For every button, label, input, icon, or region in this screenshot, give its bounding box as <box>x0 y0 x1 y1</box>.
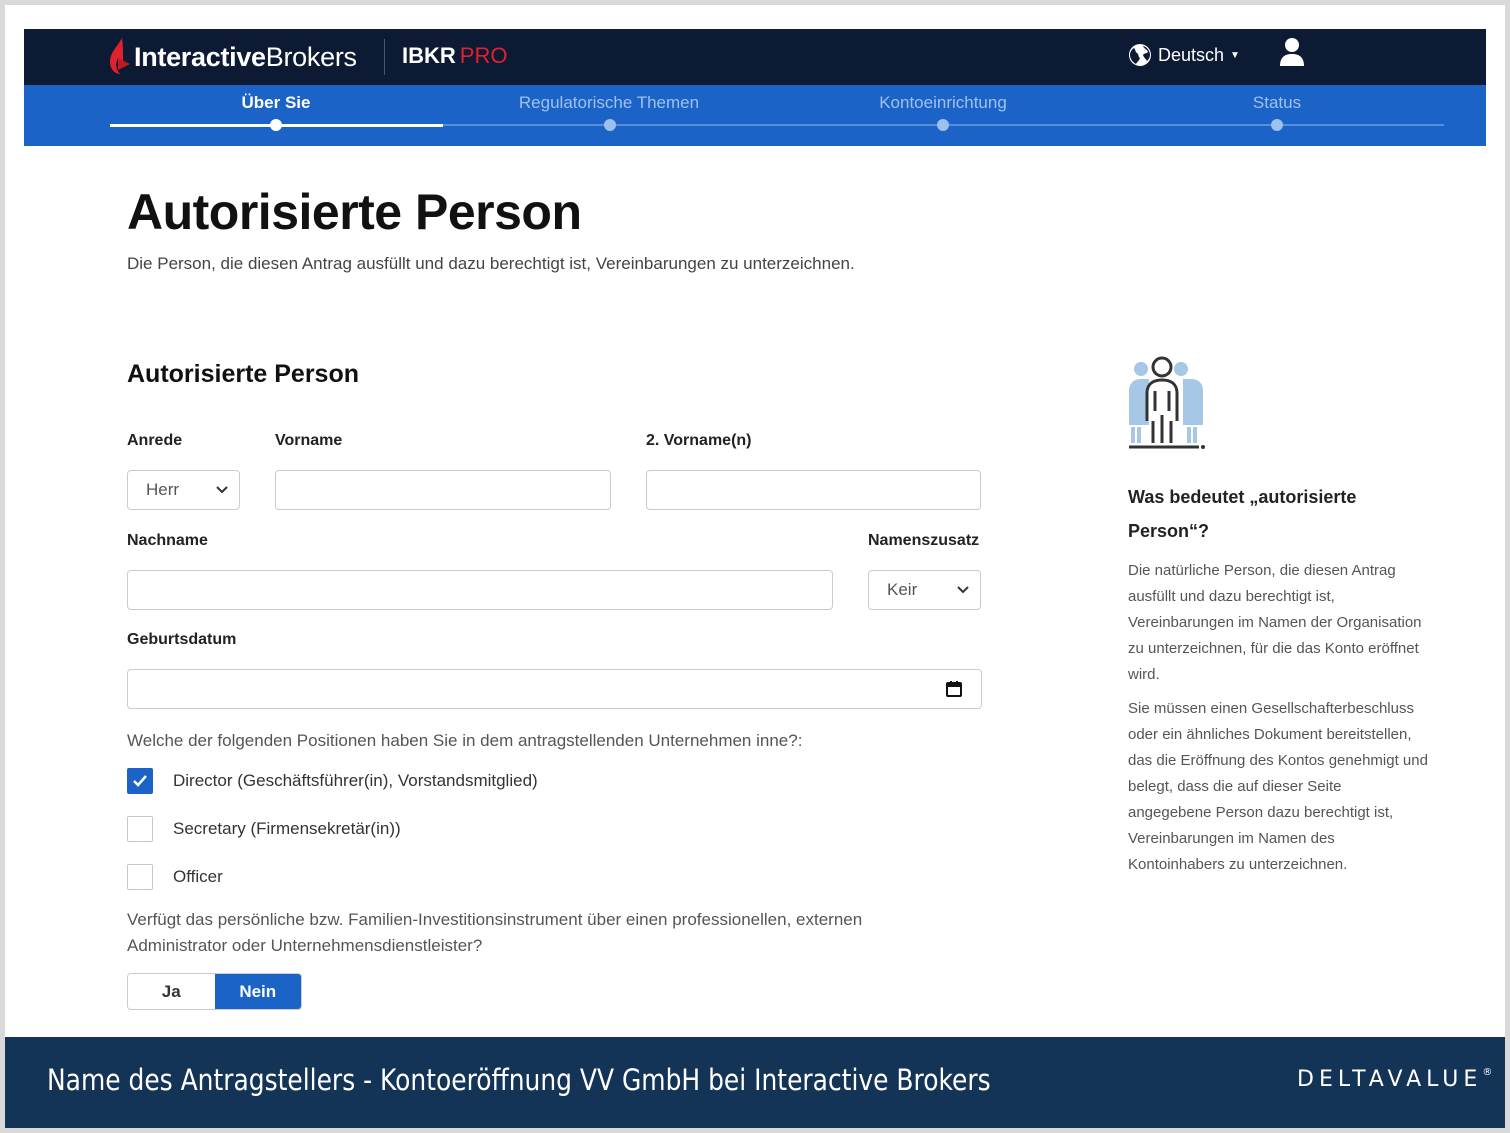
globe-icon <box>1129 44 1151 66</box>
step-regulatorische-themen[interactable]: Regulatorische Themen <box>459 93 759 113</box>
checkmark-icon <box>133 775 147 787</box>
caption-banner: Name des Antragstellers - Kontoeröffnung… <box>5 1037 1505 1128</box>
birthdate-label: Geburtsdatum <box>127 631 237 648</box>
officer-label: Officer <box>173 867 223 886</box>
step-ueber-sie[interactable]: Über Sie <box>126 93 426 113</box>
chevron-down-icon <box>957 586 969 594</box>
first-name-input[interactable] <box>275 470 611 510</box>
step-status[interactable]: Status <box>1127 93 1427 113</box>
officer-checkbox[interactable] <box>127 864 153 890</box>
toggle-nein-button[interactable]: Nein <box>214 974 301 1009</box>
step-dot-4 <box>1271 119 1283 131</box>
step-dot-1 <box>270 119 282 131</box>
middle-name-label: 2. Vorname(n) <box>646 432 752 449</box>
suffix-label: Namenszusatz <box>868 532 980 549</box>
director-checkbox[interactable] <box>127 768 153 794</box>
secretary-checkbox[interactable] <box>127 816 153 842</box>
suffix-select[interactable]: Keir <box>868 570 981 610</box>
logo-divider <box>384 39 385 75</box>
last-name-input[interactable] <box>127 570 833 610</box>
salutation-label: Anrede <box>127 432 183 449</box>
deltavalue-logo: DELTAVALUE® <box>1297 1067 1493 1092</box>
step-dot-2 <box>604 119 616 131</box>
sidebar-title: Was bedeutet „autorisierte Person“? <box>1128 487 1357 541</box>
banner-title: Name des Antragstellers - Kontoeröffnung… <box>47 1063 991 1097</box>
sidebar-paragraph-2: Sie müssen einen Gesellschafterbeschluss… <box>1128 700 1428 873</box>
admin-question: Verfügt das persönliche bzw. Familien-In… <box>127 910 863 955</box>
last-name-label: Nachname <box>127 532 208 549</box>
birthdate-input[interactable] <box>127 669 982 709</box>
toggle-ja-button[interactable]: Ja <box>128 974 215 1009</box>
sidebar-paragraph-1: Die natürliche Person, die diesen Antrag… <box>1128 562 1422 683</box>
position-director-option[interactable]: Director (Geschäftsführer(in), Vorstands… <box>127 767 538 795</box>
page-title: Autorisierte Person <box>127 184 582 240</box>
step-kontoeinrichtung[interactable]: Kontoeinrichtung <box>793 93 1093 113</box>
user-icon[interactable] <box>1279 37 1305 67</box>
middle-name-input[interactable] <box>646 470 981 510</box>
ib-logo[interactable]: InteractiveBrokers <box>108 37 357 77</box>
admin-toggle: Ja Nein <box>127 973 302 1010</box>
position-secretary-option[interactable]: Secretary (Firmensekretär(in)) <box>127 815 401 843</box>
first-name-label: Vorname <box>275 432 343 449</box>
section-title: Autorisierte Person <box>127 360 360 388</box>
calendar-icon[interactable] <box>945 680 963 698</box>
director-label: Director (Geschäftsführer(in), Vorstands… <box>173 771 538 790</box>
logo-text: InteractiveBrokers <box>134 41 357 72</box>
salutation-select[interactable]: Herr <box>127 470 240 510</box>
salutation-value: Herr <box>146 480 180 499</box>
step-dot-3 <box>937 119 949 131</box>
language-label: Deutsch <box>1158 44 1225 65</box>
positions-question: Welche der folgenden Positionen haben Si… <box>127 731 803 750</box>
chevron-down-icon <box>216 486 228 494</box>
ib-flame-icon <box>110 38 130 74</box>
language-selector[interactable]: Deutsch ▼ <box>1128 41 1240 69</box>
caret-down-icon: ▼ <box>1230 49 1240 61</box>
top-navbar: InteractiveBrokers IBKR PRO Deutsch ▼ <box>24 29 1486 85</box>
authorized-person-icon <box>1129 356 1205 449</box>
suffix-value: Keir <box>887 580 918 599</box>
position-officer-option[interactable]: Officer <box>127 863 223 891</box>
product-name: IBKR PRO <box>402 43 508 68</box>
secretary-label: Secretary (Firmensekretär(in)) <box>173 819 401 838</box>
progress-stepper: Über Sie Regulatorische Themen Kontoeinr… <box>24 85 1486 146</box>
page-subtitle: Die Person, die diesen Antrag ausfüllt u… <box>127 254 855 273</box>
